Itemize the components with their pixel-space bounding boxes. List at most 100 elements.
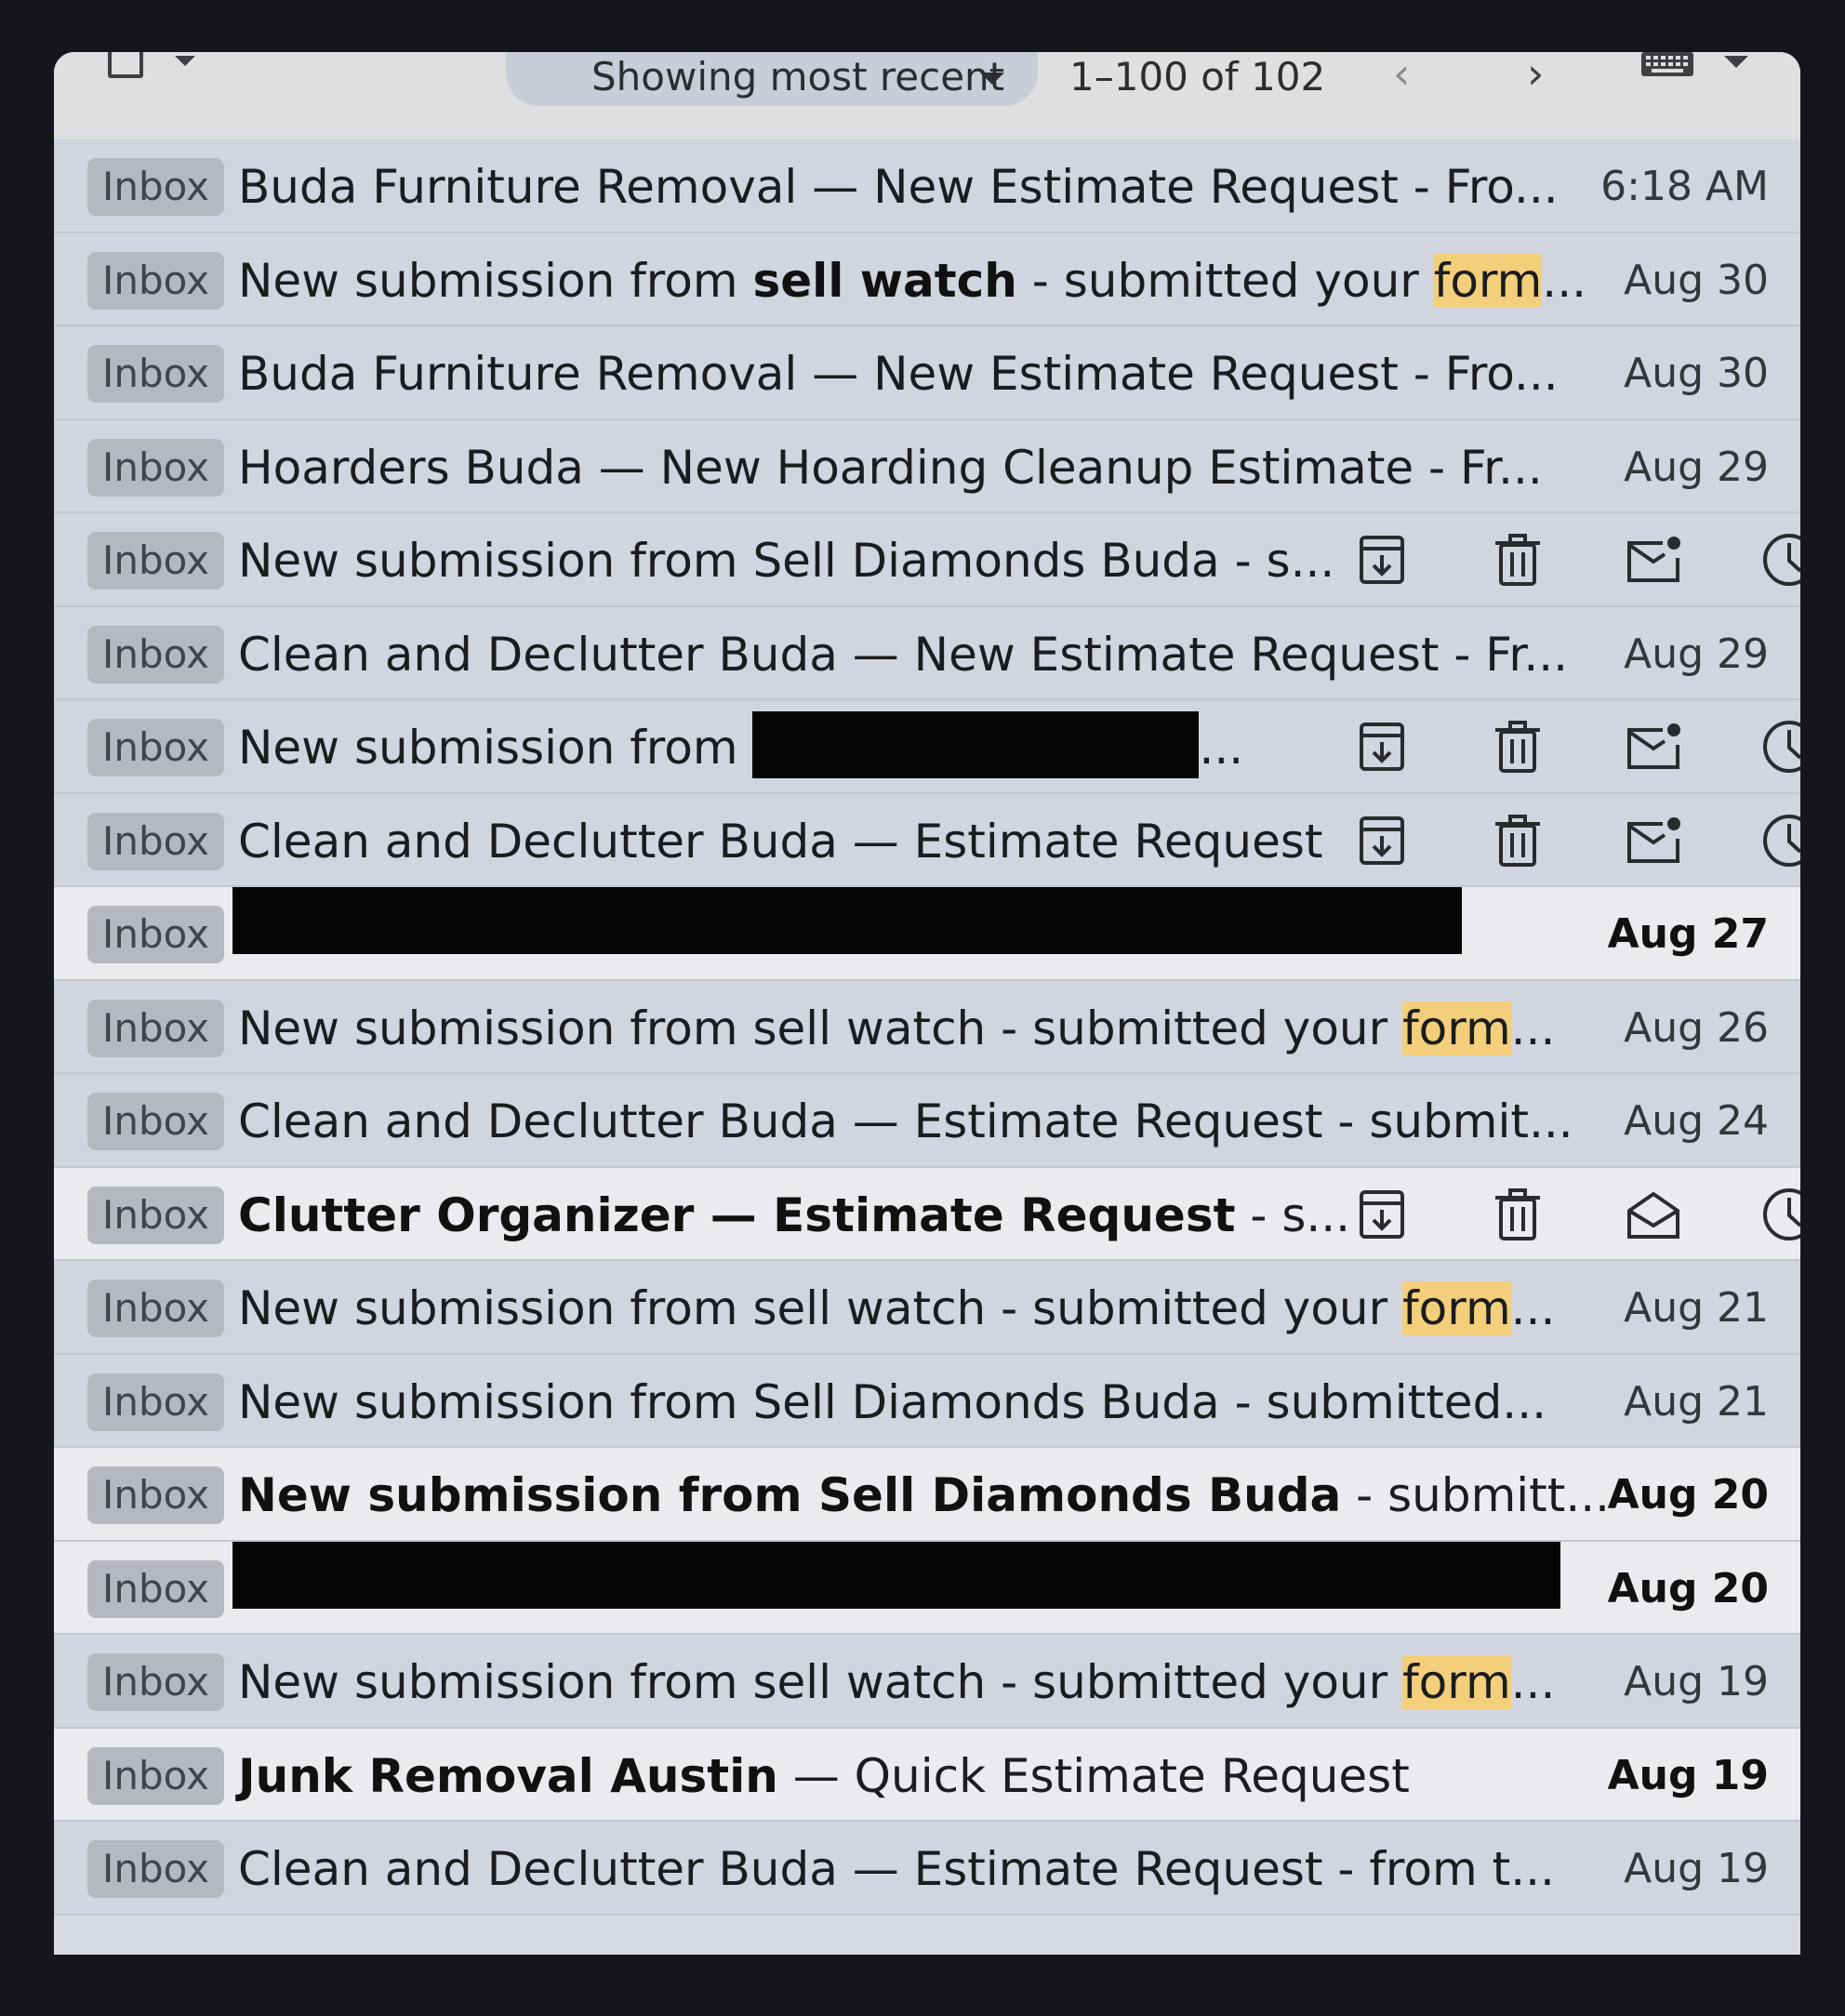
select-options-chevron-icon[interactable] — [175, 56, 195, 66]
label-badge: Inbox — [87, 1093, 224, 1150]
email-summary: Clean and Declutter Buda — Estimate Requ… — [238, 1842, 1555, 1896]
redaction-bar — [752, 710, 1200, 778]
trash-icon[interactable] — [1488, 811, 1547, 870]
email-sender-bold: sell watch — [752, 253, 1017, 308]
email-summary-part: New submission from sell watch - submitt… — [238, 1281, 1403, 1335]
email-row[interactable]: Inbox Buda Furniture Removal — New Estim… — [54, 139, 1800, 233]
row-hover-actions — [1300, 811, 1800, 870]
email-row[interactable]: Inbox New submission from Sell Diamonds … — [54, 1448, 1800, 1542]
email-date: Aug 30 — [1624, 256, 1769, 304]
keyboard-icon[interactable] — [1640, 52, 1694, 78]
email-date: Aug 30 — [1624, 350, 1769, 397]
label-badge: Inbox — [87, 906, 224, 963]
email-summary-part: - submitt... — [1341, 1468, 1611, 1522]
mark-read-icon[interactable] — [1624, 1185, 1683, 1244]
email-summary: Junk Removal Austin — Quick Estimate Req… — [238, 1749, 1410, 1803]
clock-icon[interactable] — [1759, 717, 1800, 776]
label-badge: Inbox — [87, 1746, 224, 1805]
search-highlight: form — [1402, 1001, 1511, 1055]
mark-unread-icon[interactable] — [1624, 530, 1683, 590]
sort-filter-label: Showing most recent — [591, 54, 1005, 99]
archive-icon[interactable] — [1352, 530, 1412, 590]
email-row[interactable]: Inbox New submission from Sell Diamonds … — [54, 1354, 1800, 1448]
email-summary: Hoarders Buda — New Hoarding Cleanup Est… — [238, 440, 1543, 495]
email-row[interactable]: Inbox Aug 27 — [54, 887, 1800, 981]
search-highlight: form — [1402, 1281, 1511, 1335]
clock-icon[interactable] — [1759, 1185, 1800, 1244]
list-toolbar: Showing most recent 1–100 of 102 ‹ › — [54, 52, 1800, 139]
label-badge: Inbox — [87, 1840, 224, 1898]
ellipsis: ... — [1510, 1001, 1556, 1055]
email-date: Aug 19 — [1624, 1845, 1769, 1892]
email-date: Aug 29 — [1624, 630, 1769, 678]
email-summary: Clutter Organizer — Estimate Request - s… — [238, 1188, 1350, 1242]
email-row[interactable]: Inbox Clean and Declutter Buda — Estimat… — [54, 793, 1800, 887]
email-row[interactable]: Inbox Buda Furniture Removal — New Estim… — [54, 326, 1800, 420]
email-list-panel: Showing most recent 1–100 of 102 ‹ › Inb… — [54, 52, 1800, 1955]
email-date: Aug 19 — [1624, 1658, 1769, 1705]
archive-icon[interactable] — [1352, 1185, 1412, 1244]
email-date: Aug 19 — [1607, 1751, 1769, 1799]
row-hover-actions — [1300, 717, 1800, 776]
email-row[interactable]: Inbox New submission from sell watch - s… — [54, 980, 1800, 1074]
email-row[interactable]: Inbox Clutter Organizer — Estimate Reque… — [54, 1167, 1800, 1261]
prev-page-button[interactable]: ‹ — [1393, 52, 1410, 95]
chevron-down-icon — [980, 73, 1004, 85]
ellipsis: ... — [1510, 1281, 1556, 1335]
trash-icon[interactable] — [1488, 530, 1547, 590]
email-row[interactable]: Inbox Clean and Declutter Buda — Estimat… — [54, 1074, 1800, 1168]
clock-icon[interactable] — [1759, 530, 1800, 590]
pagination-range: 1–100 of 102 — [1069, 54, 1326, 99]
email-row[interactable]: Inbox New submission from sell watch - s… — [54, 232, 1800, 326]
email-summary-part: - submitted your — [1016, 253, 1434, 308]
email-summary: New submission from sell watch - submitt… — [238, 1281, 1555, 1335]
email-row[interactable]: Inbox Junk Removal Austin — Quick Estima… — [54, 1728, 1800, 1822]
email-row[interactable]: Inbox New submission from sell watch - s… — [54, 1635, 1800, 1729]
email-date: Aug 20 — [1607, 1564, 1769, 1612]
sort-filter-chip[interactable]: Showing most recent — [506, 52, 1038, 106]
clock-icon[interactable] — [1759, 811, 1800, 870]
redaction-bar — [232, 1541, 1560, 1609]
trash-icon[interactable] — [1488, 1185, 1547, 1244]
email-date: Aug 21 — [1624, 1284, 1769, 1332]
input-tools-chevron-icon[interactable] — [1724, 56, 1748, 68]
email-date: 6:18 AM — [1600, 163, 1769, 210]
email-date: Aug 27 — [1607, 910, 1769, 958]
label-badge: Inbox — [87, 532, 224, 590]
mark-unread-icon[interactable] — [1624, 717, 1683, 776]
redaction-bar — [232, 887, 1462, 954]
email-summary: New submission from Sell Diamonds Buda -… — [238, 1374, 1546, 1429]
select-all-checkbox[interactable] — [108, 52, 143, 78]
email-summary-part: New submission from — [238, 721, 753, 775]
label-badge: Inbox — [87, 251, 224, 310]
email-row[interactable]: Inbox New submission from Sell Diamonds … — [54, 513, 1800, 607]
ellipsis: ... — [1199, 721, 1244, 775]
email-summary-part: — Quick Estimate Request — [777, 1748, 1410, 1803]
email-list: Inbox Buda Furniture Removal — New Estim… — [54, 139, 1800, 1916]
email-row[interactable]: Inbox Clean and Declutter Buda — New Est… — [54, 606, 1800, 700]
label-badge: Inbox — [87, 719, 224, 776]
label-badge: Inbox — [87, 812, 224, 870]
ellipsis: ... — [1510, 1655, 1556, 1709]
mark-unread-icon[interactable] — [1624, 811, 1683, 870]
email-row[interactable]: Inbox Clean and Declutter Buda — Estimat… — [54, 1822, 1800, 1916]
email-row[interactable]: Inbox Aug 20 — [54, 1541, 1800, 1635]
email-row[interactable]: Inbox New submission from ... — [54, 700, 1800, 794]
email-date: Aug 20 — [1607, 1471, 1769, 1519]
archive-icon[interactable] — [1352, 717, 1412, 776]
trash-icon[interactable] — [1488, 717, 1547, 776]
email-summary: Clean and Declutter Buda — Estimate Requ… — [238, 814, 1323, 869]
email-summary: Buda Furniture Removal — New Estimate Re… — [238, 160, 1559, 214]
email-summary: Buda Furniture Removal — New Estimate Re… — [238, 347, 1559, 401]
next-page-button[interactable]: › — [1527, 52, 1544, 95]
label-badge: Inbox — [87, 438, 224, 497]
email-summary: New submission from Sell Diamonds Buda -… — [238, 1468, 1610, 1522]
label-badge: Inbox — [87, 1559, 224, 1618]
email-row[interactable]: Inbox New submission from sell watch - s… — [54, 1261, 1800, 1355]
archive-icon[interactable] — [1352, 811, 1412, 870]
email-row[interactable]: Inbox Hoarders Buda — New Hoarding Clean… — [54, 419, 1800, 513]
email-sender-bold: Clutter Organizer — Estimate Request — [238, 1187, 1236, 1242]
search-highlight: form — [1433, 253, 1543, 308]
email-summary: Clean and Declutter Buda — New Estimate … — [238, 627, 1569, 682]
label-badge: Inbox — [87, 158, 224, 216]
